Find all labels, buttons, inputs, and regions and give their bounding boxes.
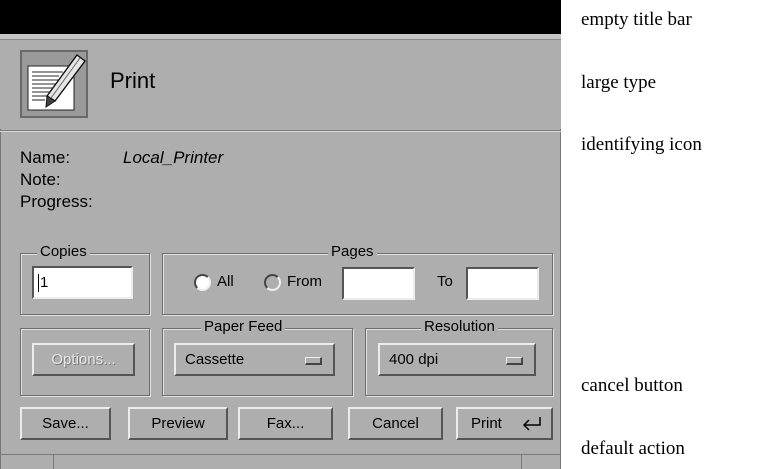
option-menu-icon	[506, 357, 523, 365]
pages-legend: Pages	[328, 243, 377, 261]
dialog-title: Print	[110, 68, 156, 93]
cancel-button[interactable]: Cancel	[348, 407, 443, 440]
fax-button[interactable]: Fax...	[238, 407, 333, 440]
resolution-group: Resolution 400 dpi	[365, 318, 553, 396]
pages-to-input[interactable]	[466, 267, 539, 300]
resolution-legend: Resolution	[421, 318, 498, 336]
paper-feed-group: Paper Feed Cassette	[162, 318, 353, 396]
bottom-tick	[53, 455, 54, 469]
name-label: Name:	[20, 148, 71, 167]
resolution-select[interactable]: 400 dpi	[378, 343, 536, 376]
pages-all-radio[interactable]	[194, 274, 211, 291]
save-button[interactable]: Save...	[20, 407, 111, 440]
header-separator	[0, 130, 561, 132]
copies-legend: Copies	[37, 243, 90, 261]
options-button[interactable]: Options...	[32, 343, 135, 376]
option-menu-icon	[305, 357, 322, 365]
pages-from-input[interactable]	[342, 267, 415, 300]
copies-input[interactable]: 1	[32, 266, 133, 299]
print-document-icon	[20, 50, 88, 118]
callout-title-bar: empty title bar	[581, 9, 692, 30]
bottom-tick	[521, 455, 522, 469]
pages-to-label: To	[437, 273, 453, 290]
print-button-label: Print	[471, 415, 502, 432]
printer-name: Local_Printer	[123, 148, 224, 167]
paper-feed-legend: Paper Feed	[201, 318, 286, 336]
pages-from-radio[interactable]	[264, 274, 281, 291]
callout-cancel: cancel button	[581, 375, 683, 396]
paper-feed-select[interactable]: Cassette	[174, 343, 335, 376]
copies-group: Copies 1	[20, 243, 150, 315]
print-dialog: Print Name: Local_Printer Note: Progress…	[0, 0, 561, 469]
text-caret	[38, 274, 39, 293]
return-key-icon	[522, 417, 541, 431]
progress-label: Progress:	[20, 192, 93, 211]
paper-feed-value: Cassette	[185, 351, 245, 368]
pages-from-label: From	[287, 273, 322, 290]
pages-group: Pages All From To	[162, 243, 553, 315]
dialog-header: Print	[0, 40, 561, 129]
options-group: Options...	[20, 328, 150, 396]
resolution-value: 400 dpi	[389, 351, 439, 368]
title-bar[interactable]	[0, 0, 561, 34]
callout-default: default action	[581, 438, 685, 459]
note-label: Note:	[20, 170, 61, 189]
preview-button[interactable]: Preview	[128, 407, 228, 440]
print-button[interactable]: Print	[456, 407, 553, 440]
bottom-separator	[0, 454, 561, 455]
copies-value: 1	[40, 274, 49, 291]
callout-large-type: large type	[581, 72, 657, 93]
pages-all-label: All	[217, 273, 234, 290]
callout-icon: identifying icon	[581, 134, 702, 155]
